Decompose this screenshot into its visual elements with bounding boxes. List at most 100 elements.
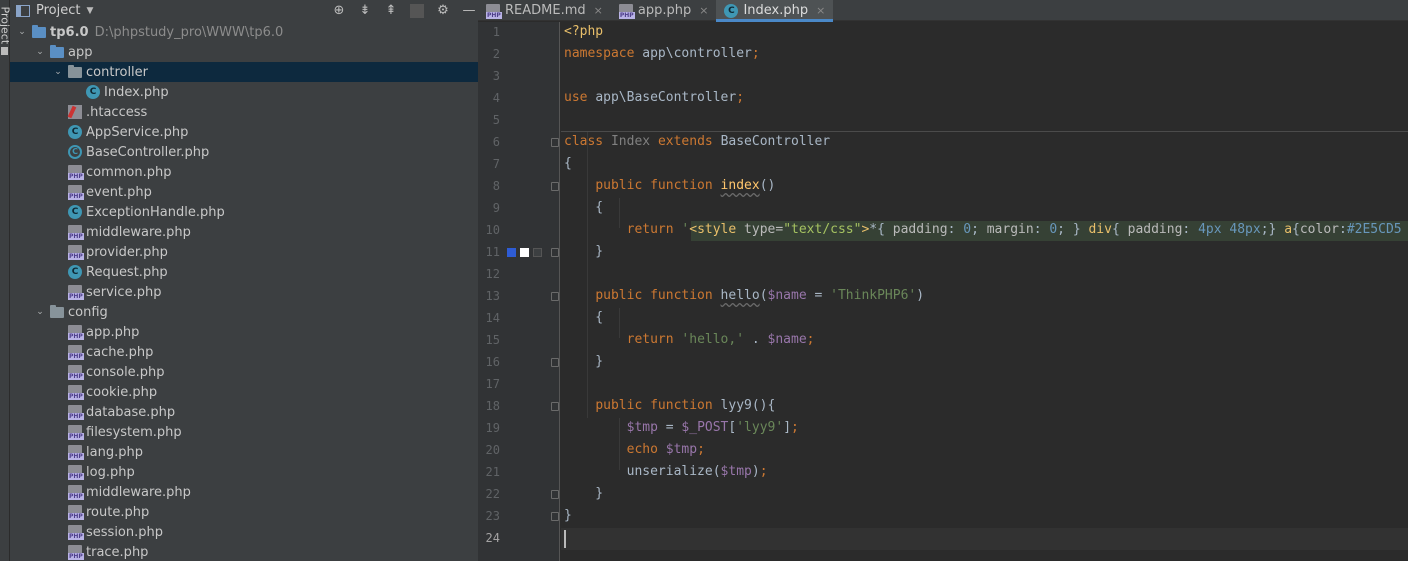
- php-file-icon: [68, 425, 84, 440]
- collapse-all-icon[interactable]: ⇞: [384, 3, 398, 18]
- tab-readme-md[interactable]: README.md ×: [478, 0, 611, 21]
- fold-marker-icon[interactable]: [551, 248, 559, 257]
- tree-item[interactable]: app.php: [10, 322, 478, 342]
- chevron-down-icon[interactable]: ⌄: [52, 67, 64, 77]
- code-view[interactable]: <?php namespace app\controller; use app\Ba…: [561, 22, 1408, 561]
- code-token: type=: [744, 222, 784, 237]
- line-number[interactable]: 19: [478, 417, 500, 439]
- php-class-icon: C: [86, 85, 100, 99]
- chevron-down-icon[interactable]: ⌄: [34, 47, 46, 57]
- line-number[interactable]: 6: [478, 131, 500, 153]
- chevron-down-icon[interactable]: ⌄: [16, 27, 28, 37]
- tree-item[interactable]: C ExceptionHandle.php: [10, 202, 478, 222]
- tree-item[interactable]: ⌄ tp6.0 D:\phpstudy_pro\WWW\tp6.0: [10, 22, 478, 42]
- tree-item-label: filesystem.php: [86, 424, 182, 440]
- code-token: 0: [1049, 222, 1058, 237]
- tree-item-label: app: [68, 44, 93, 60]
- code-token: <?php: [564, 24, 604, 39]
- tree-item[interactable]: ⌄ controller: [10, 62, 478, 82]
- fold-marker-icon[interactable]: [551, 512, 559, 521]
- line-number[interactable]: 14: [478, 307, 500, 329]
- fold-marker-icon[interactable]: [551, 402, 559, 411]
- color-swatch-icon[interactable]: [520, 248, 529, 257]
- line-number[interactable]: 2: [478, 43, 500, 65]
- line-number[interactable]: 10: [478, 219, 500, 241]
- tree-item[interactable]: common.php: [10, 162, 478, 182]
- tree-item[interactable]: route.php: [10, 502, 478, 522]
- line-number[interactable]: 13: [478, 285, 500, 307]
- chevron-down-icon[interactable]: ▼: [86, 6, 93, 16]
- code-line: public function index(): [564, 175, 775, 197]
- chevron-down-icon[interactable]: ⌄: [34, 307, 46, 317]
- code-token: lyy9(){: [720, 398, 776, 413]
- line-number[interactable]: 9: [478, 197, 500, 219]
- tree-item[interactable]: lang.php: [10, 442, 478, 462]
- tree-item[interactable]: database.php: [10, 402, 478, 422]
- tree-item[interactable]: cookie.php: [10, 382, 478, 402]
- expand-all-icon[interactable]: ⇟: [358, 3, 372, 18]
- tab-app-php[interactable]: app.php ×: [611, 0, 717, 21]
- tree-item[interactable]: C AppService.php: [10, 122, 478, 142]
- project-panel-title[interactable]: Project: [36, 3, 80, 18]
- tree-item[interactable]: ⌄ config: [10, 302, 478, 322]
- gear-icon[interactable]: ⚙: [436, 3, 450, 18]
- tree-item[interactable]: middleware.php: [10, 482, 478, 502]
- tree-item[interactable]: .htaccess: [10, 102, 478, 122]
- fold-marker-icon[interactable]: [551, 358, 559, 367]
- line-number[interactable]: 24: [478, 527, 500, 549]
- line-number[interactable]: 11: [478, 241, 500, 263]
- line-number[interactable]: 16: [478, 351, 500, 373]
- tree-item[interactable]: cache.php: [10, 342, 478, 362]
- code-token: :: [947, 222, 964, 237]
- line-number[interactable]: 20: [478, 439, 500, 461]
- code-token: ;}: [1260, 222, 1285, 237]
- color-swatch-icon[interactable]: [533, 248, 542, 257]
- line-number[interactable]: 23: [478, 505, 500, 527]
- code-token: .: [751, 332, 768, 347]
- hide-panel-icon[interactable]: —: [462, 3, 476, 18]
- line-number[interactable]: 18: [478, 395, 500, 417]
- fold-marker-icon[interactable]: [551, 292, 559, 301]
- tree-item[interactable]: trace.php: [10, 542, 478, 561]
- line-number[interactable]: 5: [478, 109, 500, 131]
- line-number[interactable]: 12: [478, 263, 500, 285]
- close-icon[interactable]: ×: [816, 4, 825, 17]
- tree-item[interactable]: C Request.php: [10, 262, 478, 282]
- tree-item[interactable]: middleware.php: [10, 222, 478, 242]
- line-number[interactable]: 7: [478, 153, 500, 175]
- code-token: 0: [963, 222, 972, 237]
- code-token: 'lyy9': [736, 420, 784, 435]
- code-line: return 'hello,' . $name;: [564, 329, 815, 351]
- project-tool-marker: [1, 47, 8, 55]
- fold-marker-icon[interactable]: [551, 138, 559, 147]
- line-number[interactable]: 21: [478, 461, 500, 483]
- code-token: app\BaseController: [595, 90, 737, 105]
- line-number[interactable]: 1: [478, 21, 500, 43]
- line-number[interactable]: 4: [478, 87, 500, 109]
- tree-item[interactable]: provider.php: [10, 242, 478, 262]
- tree-item[interactable]: service.php: [10, 282, 478, 302]
- line-number[interactable]: 17: [478, 373, 500, 395]
- code-token: use: [564, 90, 596, 105]
- tab-label: README.md: [505, 3, 586, 18]
- tree-item[interactable]: filesystem.php: [10, 422, 478, 442]
- text-caret: [564, 530, 566, 548]
- tree-item[interactable]: log.php: [10, 462, 478, 482]
- line-number[interactable]: 3: [478, 65, 500, 87]
- fold-marker-icon[interactable]: [551, 182, 559, 191]
- close-icon[interactable]: ×: [699, 4, 708, 17]
- tree-item[interactable]: console.php: [10, 362, 478, 382]
- fold-marker-icon[interactable]: [551, 490, 559, 499]
- tree-item[interactable]: event.php: [10, 182, 478, 202]
- line-number[interactable]: 15: [478, 329, 500, 351]
- tree-item[interactable]: session.php: [10, 522, 478, 542]
- tab-index-php[interactable]: C Index.php ×: [716, 0, 834, 22]
- tree-item[interactable]: ⌄ app: [10, 42, 478, 62]
- line-number[interactable]: 8: [478, 175, 500, 197]
- close-icon[interactable]: ×: [594, 4, 603, 17]
- color-swatch-icon[interactable]: [507, 248, 516, 257]
- line-number[interactable]: 22: [478, 483, 500, 505]
- tree-item[interactable]: C Index.php: [10, 82, 478, 102]
- locate-file-icon[interactable]: ⊕: [332, 3, 346, 18]
- tree-item[interactable]: C BaseController.php: [10, 142, 478, 162]
